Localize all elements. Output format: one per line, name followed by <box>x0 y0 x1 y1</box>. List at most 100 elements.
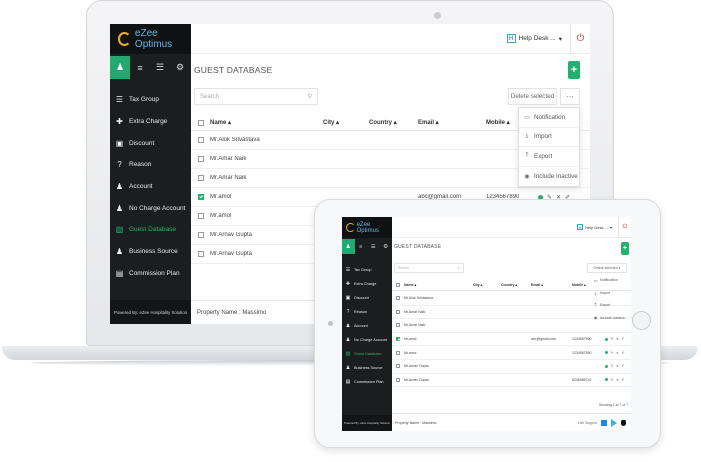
list-icon[interactable]: ≡ <box>355 239 368 254</box>
add-guest-button[interactable]: + <box>621 242 629 255</box>
row-checkbox[interactable] <box>396 350 400 355</box>
gear-icon[interactable]: ⚙ <box>170 56 190 79</box>
page-title: GUEST DATABASE <box>394 244 442 250</box>
row-checkbox[interactable] <box>396 364 400 369</box>
column-email[interactable]: Email ▴ <box>531 283 572 287</box>
sidebar-item-extra-charge[interactable]: ✚ Extra Charge <box>110 111 191 133</box>
search-input[interactable]: Search ⚲ <box>394 263 464 273</box>
row-checkbox[interactable] <box>396 309 400 314</box>
row-checkbox[interactable] <box>198 232 204 238</box>
row-checkbox[interactable] <box>396 377 400 382</box>
delete-icon[interactable]: ✕ <box>616 337 619 341</box>
column-email[interactable]: Email ▴ <box>418 119 486 126</box>
power-icon[interactable]: ⏻ <box>618 217 631 237</box>
windows-store-icon[interactable] <box>601 419 607 426</box>
help-desk-menu[interactable]: H Help Desk ... ▾ <box>577 224 612 230</box>
more-options-button[interactable]: ··· <box>560 88 580 105</box>
sidebar-item-commission-plan[interactable]: ▤ Commission Plan <box>342 375 392 389</box>
column-country[interactable]: Country ▴ <box>501 283 531 287</box>
sidebar-item-guest-database[interactable]: ▧ Guest Database <box>110 219 191 241</box>
sidebar-item-label: Guest Database <box>129 226 176 234</box>
select-all-checkbox[interactable] <box>396 283 400 287</box>
row-checkbox[interactable] <box>198 213 204 219</box>
dropdown-item-import[interactable]: ⤓ Import <box>519 128 579 147</box>
delete-icon[interactable]: ✕ <box>616 364 619 368</box>
column-name[interactable]: Name ▴ <box>210 119 323 126</box>
edit-icon[interactable]: ✎ <box>611 378 614 382</box>
tablet-home-button[interactable] <box>632 311 651 330</box>
dropdown-item-export[interactable]: ⤒ Export <box>591 299 629 312</box>
play-store-icon[interactable] <box>611 418 617 427</box>
table-row[interactable]: Mr.Arnav Gupta 8236985742 ✎ ✕ ✐ <box>392 374 631 388</box>
sidebar-item-reason[interactable]: ? Reason <box>342 305 392 319</box>
delete-icon[interactable]: ✕ <box>616 351 619 355</box>
delete-selected-button[interactable]: Delete selected ▾ <box>587 263 627 273</box>
row-checkbox[interactable] <box>396 296 400 301</box>
help-desk-menu[interactable]: H Help Desk ... ▾ <box>506 34 562 43</box>
table-row[interactable]: Mr.Arnav Gupta ✎ ✕ ✐ <box>392 360 631 374</box>
dropdown-item-notification[interactable]: ▭ Notification <box>591 274 629 287</box>
sidebar-item-commission-plan[interactable]: ▤ Commission Plan <box>110 263 191 285</box>
power-icon[interactable]: ⏻ <box>570 24 590 53</box>
column-city[interactable]: City ▴ <box>473 283 501 287</box>
sidebar-item-account[interactable]: ♟ Account <box>342 319 392 333</box>
logo-mark-icon <box>118 32 131 46</box>
row-checkbox[interactable] <box>198 156 204 162</box>
sidebar-item-extra-charge[interactable]: ✚ Extra Charge <box>342 277 392 291</box>
attach-icon[interactable]: ✐ <box>621 337 624 341</box>
user-icon[interactable]: ♟ <box>342 239 355 254</box>
row-checkbox[interactable] <box>198 175 204 181</box>
sidebar-item-no-charge-account[interactable]: ♟ No Charge Account <box>110 197 191 219</box>
dropdown-item-include-inactive[interactable]: ◉ Include Inactive <box>591 312 629 325</box>
app-logo[interactable]: eZee Optimus <box>110 24 191 54</box>
column-name[interactable]: Name ▴ <box>404 283 473 287</box>
user-icon[interactable]: ♟ <box>110 56 130 79</box>
search-input[interactable]: Search ⚲ <box>194 88 318 105</box>
row-checkbox[interactable] <box>198 137 204 143</box>
dropdown-item-export[interactable]: ⤒ Export <box>519 147 579 167</box>
dropdown-item-import[interactable]: ⤓ Import <box>591 287 629 300</box>
app-logo[interactable]: eZee Optimus <box>342 217 392 238</box>
add-guest-button[interactable]: + <box>568 61 580 79</box>
edit-icon[interactable]: ✎ <box>611 351 614 355</box>
delete-selected-button[interactable]: Delete selected <box>508 88 557 105</box>
sidebar-item-tax-group[interactable]: ☰ Tax Group <box>110 89 191 111</box>
row-checkbox[interactable] <box>198 194 204 200</box>
live-support-link[interactable]: Live Support <box>578 421 597 425</box>
table-row[interactable]: Mr.amol abc@gmail.com 1234567890 ✎ ✕ ✐ <box>392 333 631 347</box>
edit-icon[interactable]: ✎ <box>611 364 614 368</box>
column-city[interactable]: City ▴ <box>323 119 369 126</box>
attach-icon[interactable]: ✐ <box>621 351 624 355</box>
sidebar-item-account[interactable]: ♟ Account <box>110 176 191 198</box>
list-icon[interactable]: ≡ <box>130 56 150 79</box>
column-country[interactable]: Country ▴ <box>369 119 418 126</box>
gear-icon[interactable]: ⚙ <box>380 239 393 254</box>
guest-name: Mr.Amar Naik <box>404 323 426 328</box>
sidebar-item-business-source[interactable]: ♟ Business Source <box>110 241 191 263</box>
sidebar-item-no-charge-account[interactable]: ♟ No Charge Account <box>342 333 392 347</box>
bed-icon[interactable]: ☰ <box>367 239 380 254</box>
edit-icon[interactable]: ✎ <box>611 337 614 341</box>
dropdown-item-include-inactive[interactable]: ◉ Include Inactive <box>519 167 579 187</box>
sidebar-item-discount[interactable]: ▣ Discount <box>342 291 392 305</box>
sidebar-item-tax-group[interactable]: ☰ Tax Group <box>342 263 392 277</box>
sidebar-item-business-source[interactable]: ♟ Business Source <box>342 361 392 375</box>
apple-store-icon[interactable] <box>621 419 626 426</box>
sidebar-item-discount[interactable]: ▣ Discount <box>110 132 191 154</box>
chevron-down-icon: ▾ <box>618 266 621 270</box>
select-all-checkbox[interactable] <box>198 119 204 126</box>
dropdown-item-notification[interactable]: ▭ Notification <box>519 108 579 128</box>
active-status-icon <box>605 378 608 382</box>
attach-icon[interactable]: ✐ <box>621 378 624 382</box>
row-checkbox[interactable] <box>396 323 400 328</box>
row-checkbox[interactable] <box>396 337 400 342</box>
bed-icon[interactable]: ☰ <box>150 56 170 79</box>
active-status-icon <box>605 351 608 355</box>
table-row[interactable]: Mr.amol 1234567890 ✎ ✕ ✐ <box>392 346 631 360</box>
row-checkbox[interactable] <box>198 251 204 257</box>
sidebar-item-guest-database[interactable]: ▧ Guest Database <box>342 347 392 361</box>
sidebar-item-reason[interactable]: ? Reason <box>110 154 191 176</box>
delete-icon[interactable]: ✕ <box>616 378 619 382</box>
attach-icon[interactable]: ✐ <box>621 364 624 368</box>
plus-circle-icon: ✚ <box>116 117 123 127</box>
